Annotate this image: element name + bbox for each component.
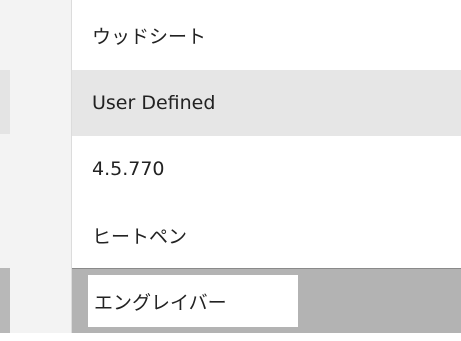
gutter-highlight [0, 70, 10, 134]
list-item-version[interactable]: 4.5.770 [72, 136, 461, 202]
inline-edit-field[interactable]: エングレイバー [88, 275, 298, 327]
list-item-label: ヒートペン [92, 225, 188, 248]
list-item-engraver-selected[interactable]: エングレイバー [72, 268, 461, 333]
list-item-heat-pen[interactable]: ヒートペン [72, 202, 461, 268]
inline-edit-text: エングレイバー [94, 291, 227, 314]
bottom-border [0, 333, 461, 341]
row-header-gutter [0, 0, 72, 341]
list-item-user-defined[interactable]: User Defined [72, 70, 461, 136]
gutter-selected-marker [0, 268, 10, 333]
list-item-label: 4.5.770 [92, 158, 165, 180]
list-item-wood-sheet[interactable]: ウッドシート [72, 2, 461, 68]
list-item-label: ウッドシート [92, 25, 207, 48]
list-item-label: User Defined [92, 92, 216, 114]
dropdown-list: ウッドシート User Defined 4.5.770 ヒートペン エングレイバ… [72, 0, 461, 341]
